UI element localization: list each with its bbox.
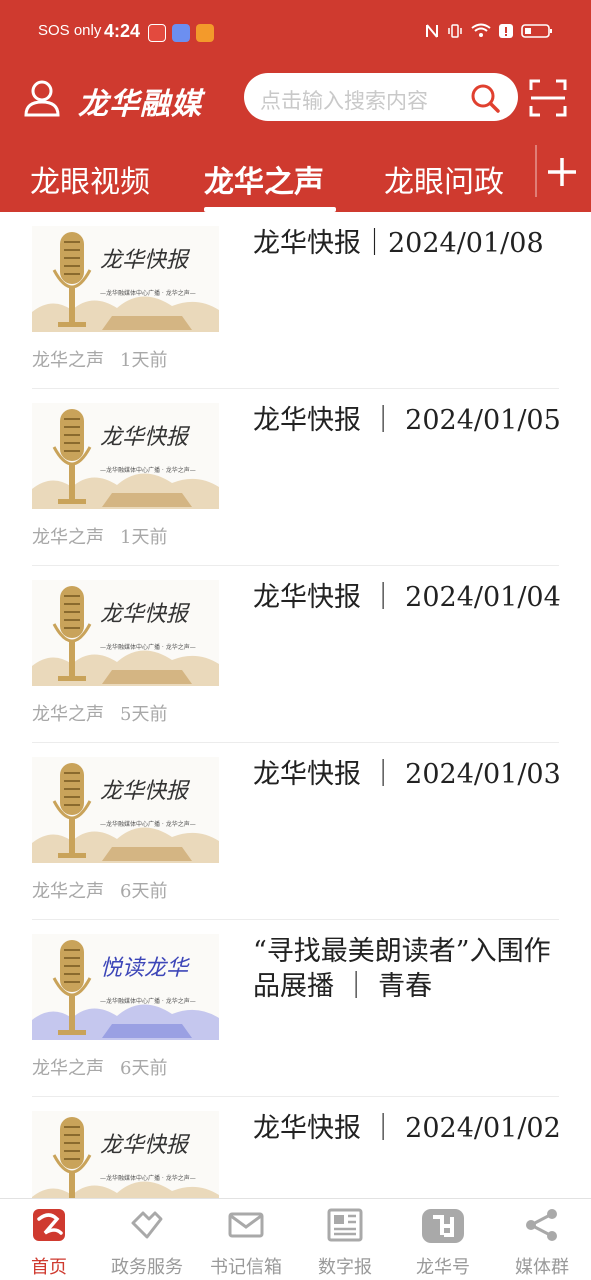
bottom-nav: 首页 政务服务 书记信箱 数字报 龙华号 媒体群 [0,1198,591,1280]
thumbnail-caption: —龙华融媒体中心广播 · 龙华之声— [100,467,196,474]
search-placeholder: 点击输入搜索内容 [260,89,428,113]
news-meta: 龙华之声 6天前 [32,877,167,903]
nav-label: 政务服务 [111,1257,183,1278]
notification-mail-icon [172,24,190,42]
news-thumbnail: 龙华快报 —龙华融媒体中心广播 · 龙华之声— [32,1111,219,1198]
thumbnail-headline: 龙华快报 [100,248,189,273]
notification-app-icon [148,24,166,42]
news-source: 龙华之声 [32,881,104,902]
longhua-number-icon [420,1207,466,1243]
tab-divider [535,145,537,197]
handshake-icon [129,1207,165,1243]
news-thumbnail: 龙华快报 —龙华融媒体中心广播 · 龙华之声— [32,580,219,686]
news-meta: 龙华之声 1天前 [32,523,167,549]
search-icon[interactable] [470,83,500,113]
add-channel-icon[interactable] [545,155,579,189]
search-input[interactable]: 点击输入搜索内容 [244,73,518,121]
news-item[interactable]: 龙华快报 —龙华融媒体中心广播 · 龙华之声— 龙华快报 ｜ 2024/01/05 龙… [0,389,591,566]
notification-download-icon [196,24,214,42]
scan-icon[interactable] [528,78,568,118]
thumbnail-headline: 龙华快报 [100,602,189,627]
home-logo-icon [31,1207,67,1243]
tab-longyan-video[interactable]: 龙眼视频 [30,157,150,201]
tab-longyan-wenzheng[interactable]: 龙眼问政 [384,157,504,201]
news-thumbnail: 龙华快报 —龙华融媒体中心广播 · 龙华之声— [32,757,219,863]
news-title[interactable]: “寻找最美朗读者”入围作品展播 ｜ 青春 [253,934,563,1004]
nfc-icon [425,23,439,43]
thumbnail-headline: 龙华快报 [100,1133,189,1158]
newspaper-icon [327,1207,363,1243]
news-time: 6天前 [120,881,168,902]
news-item[interactable]: 龙华快报 —龙华融媒体中心广播 · 龙华之声— 龙华快报｜2024/01/08 龙华之… [0,212,591,389]
news-thumbnail: 悦读龙华 —龙华融媒体中心广播 · 龙华之声— [32,934,219,1040]
news-time: 5天前 [120,704,168,725]
alert-icon [499,23,513,43]
nav-label: 龙华号 [416,1257,470,1278]
thumbnail-caption: —龙华融媒体中心广播 · 龙华之声— [100,821,196,828]
vibrate-icon [447,23,463,43]
carrier-text: SOS only [38,22,102,39]
news-source: 龙华之声 [32,704,104,725]
thumbnail-headline: 龙华快报 [100,425,189,450]
nav-gov-service[interactable]: 政务服务 [98,1199,196,1280]
thumbnail-headline: 悦读龙华 [100,956,189,981]
news-item[interactable]: 悦读龙华 —龙华融媒体中心广播 · 龙华之声— “寻找最美朗读者”入围作品展播 ｜ … [0,920,591,1097]
nav-home[interactable]: 首页 [0,1199,98,1280]
nav-label: 数字报 [318,1257,372,1278]
nav-label: 首页 [31,1257,67,1278]
news-title[interactable]: 龙华快报｜2024/01/08 [253,226,563,261]
tab-longhua-voice[interactable]: 龙华之声 [204,157,324,201]
brand-logo: 龙华融媒 [78,87,202,122]
thumbnail-caption: —龙华融媒体中心广播 · 龙华之声— [100,998,196,1005]
news-source: 龙华之声 [32,350,104,371]
share-icon [524,1207,560,1243]
news-time: 6天前 [120,1058,168,1079]
news-item[interactable]: 龙华快报 —龙华融媒体中心广播 · 龙华之声— 龙华快报 ｜ 2024/01/03 龙… [0,743,591,920]
news-thumbnail: 龙华快报 —龙华融媒体中心广播 · 龙华之声— [32,403,219,509]
news-title[interactable]: 龙华快报 ｜ 2024/01/05 [253,403,563,438]
nav-digital-paper[interactable]: 数字报 [296,1199,394,1280]
top-bar: 龙华融媒 点击输入搜索内容 [0,64,591,130]
news-source: 龙华之声 [32,1058,104,1079]
nav-label: 媒体群 [515,1257,569,1278]
thumbnail-caption: —龙华融媒体中心广播 · 龙华之声— [100,1175,196,1182]
channel-tabs: 龙眼视频 龙华之声 龙眼问政 [0,145,591,212]
status-bar: SOS only 4:24 [0,0,591,64]
news-title[interactable]: 龙华快报 ｜ 2024/01/03 [253,757,563,792]
thumbnail-caption: —龙华融媒体中心广播 · 龙华之声— [100,290,196,297]
battery-icon [521,23,553,43]
news-source: 龙华之声 [32,527,104,548]
news-meta: 龙华之声 1天前 [32,346,167,372]
news-meta: 龙华之声 6天前 [32,1054,167,1080]
user-icon[interactable] [22,78,62,118]
news-time: 1天前 [120,350,168,371]
news-item[interactable]: 龙华快报 —龙华融媒体中心广播 · 龙华之声— 龙华快报 ｜ 2024/01/04 龙… [0,566,591,743]
thumbnail-caption: —龙华融媒体中心广播 · 龙华之声— [100,644,196,651]
thumbnail-headline: 龙华快报 [100,779,189,804]
news-title[interactable]: 龙华快报 ｜ 2024/01/02 [253,1111,563,1146]
news-meta: 龙华之声 5天前 [32,700,167,726]
nav-secretary-mailbox[interactable]: 书记信箱 [197,1199,295,1280]
news-list: 龙华快报 —龙华融媒体中心广播 · 龙华之声— 龙华快报｜2024/01/08 龙华之… [0,212,591,1198]
nav-label: 书记信箱 [210,1257,282,1278]
news-thumbnail: 龙华快报 —龙华融媒体中心广播 · 龙华之声— [32,226,219,332]
clock: 4:24 [104,21,141,41]
app-header: SOS only 4:24 龙华融媒 点击输入搜索内容 龙眼视频 龙华之声 龙眼… [0,0,591,212]
wifi-icon [471,23,491,43]
mail-icon [228,1207,264,1243]
news-title[interactable]: 龙华快报 ｜ 2024/01/04 [253,580,563,615]
news-time: 1天前 [120,527,168,548]
nav-longhua-number[interactable]: 龙华号 [394,1199,492,1280]
nav-media-group[interactable]: 媒体群 [493,1199,591,1280]
news-item[interactable]: 龙华快报 —龙华融媒体中心广播 · 龙华之声— 龙华快报 ｜ 2024/01/02 [0,1097,591,1198]
system-indicators [425,22,553,44]
